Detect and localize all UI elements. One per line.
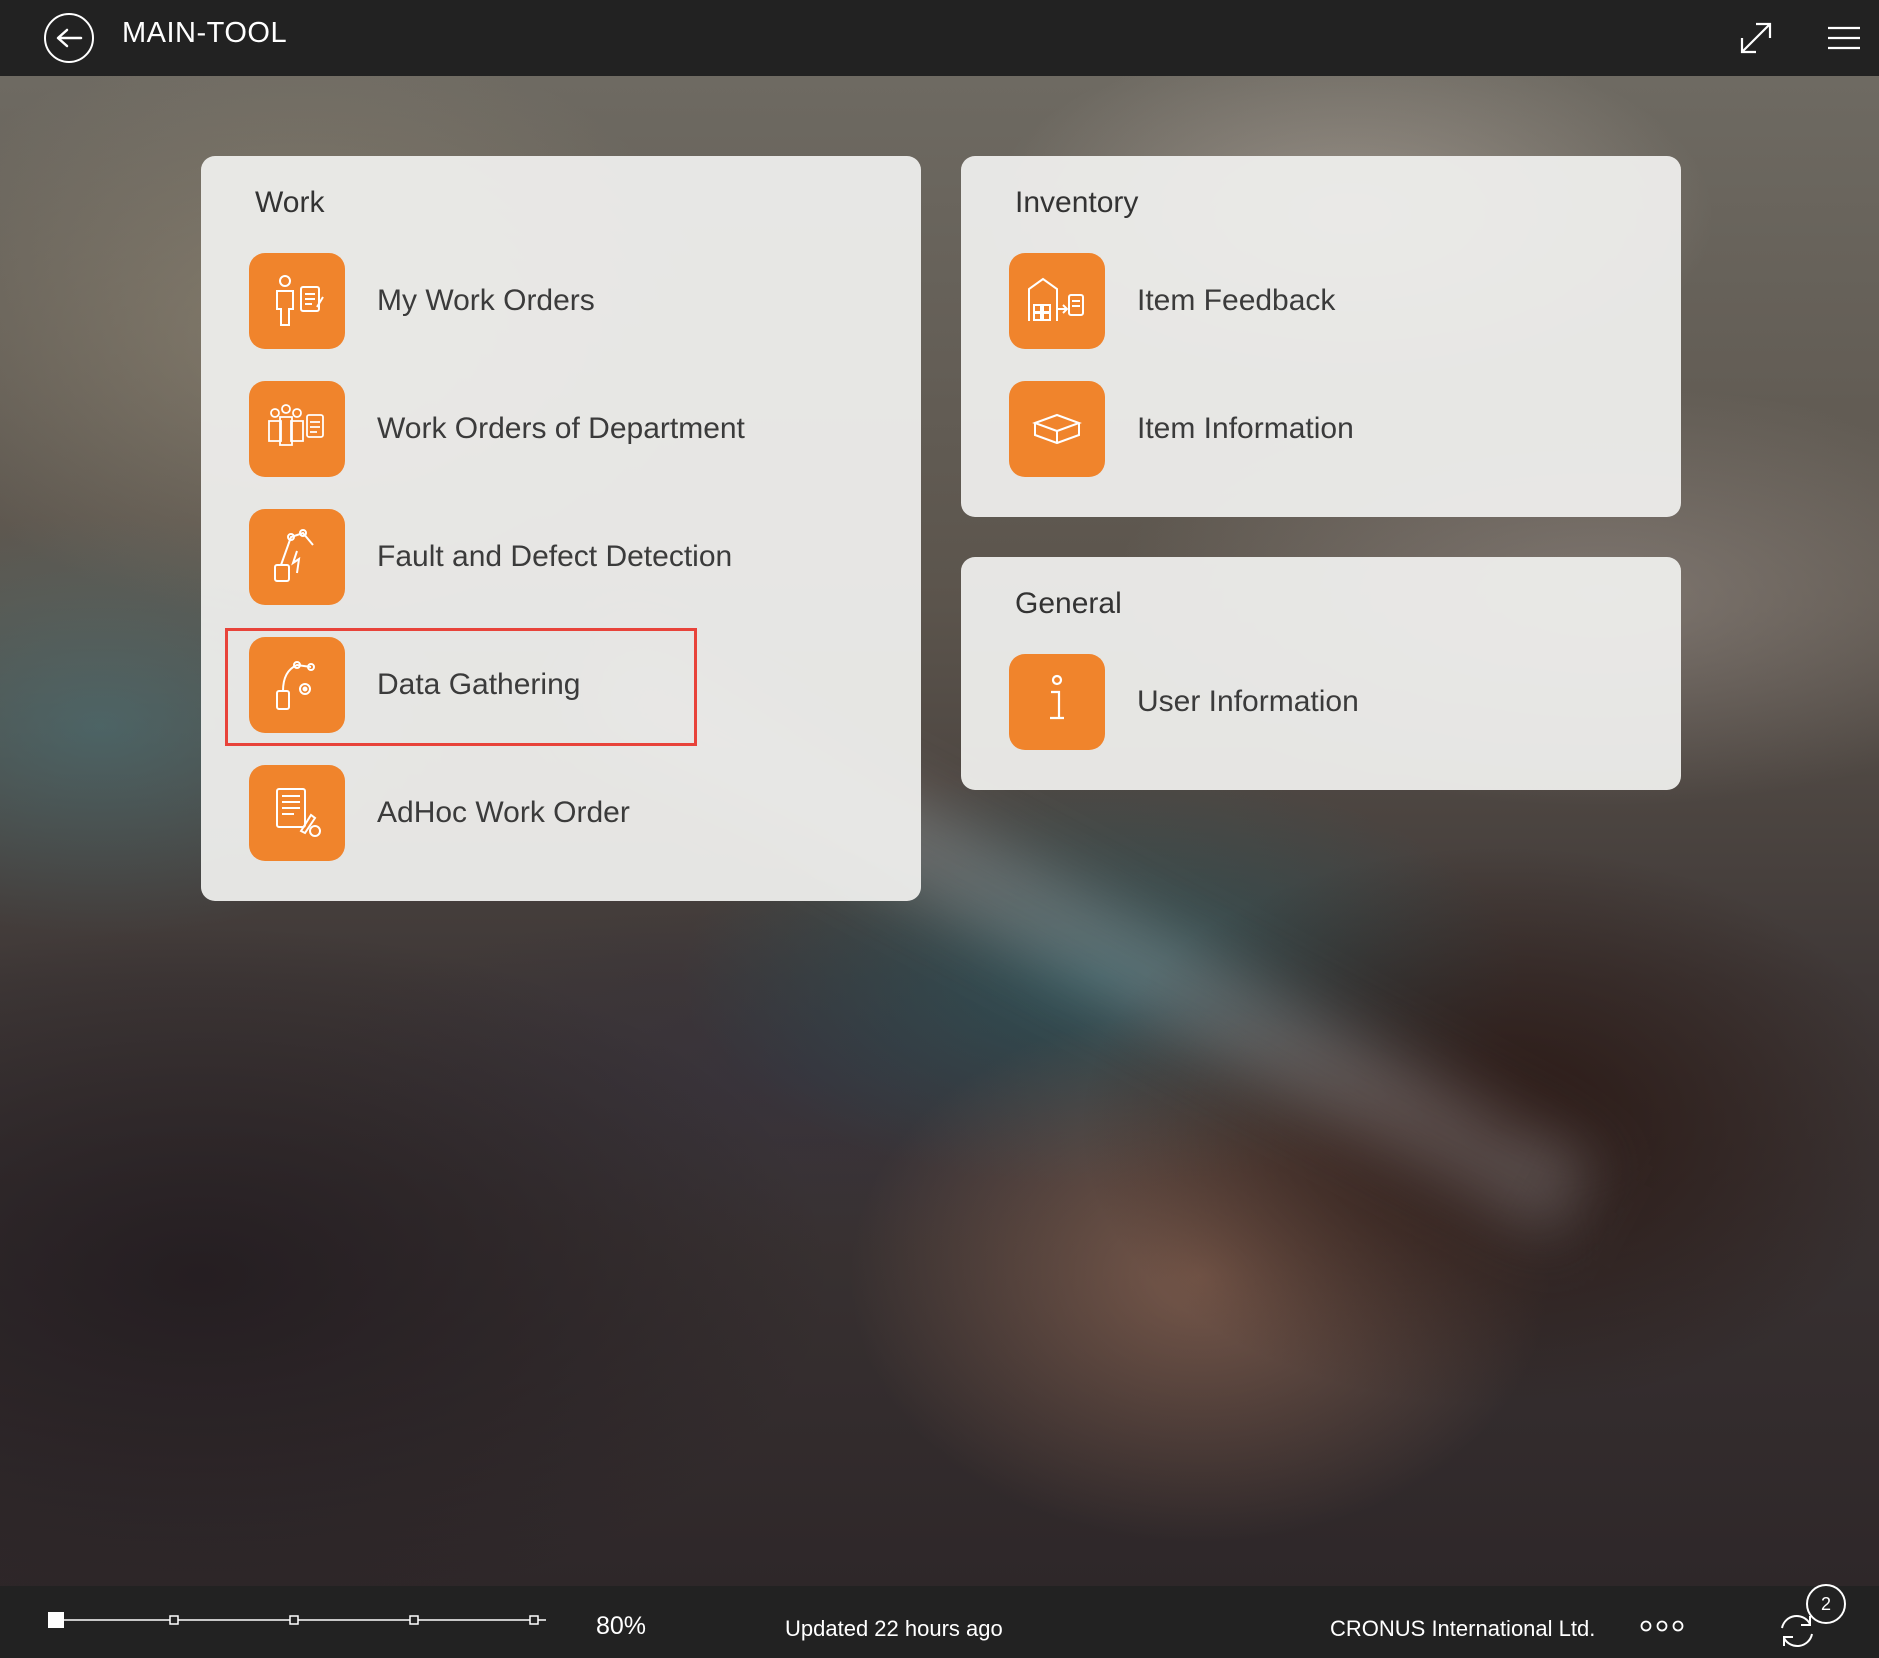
expand-icon [1740, 22, 1772, 54]
tile-label: Item Information [1137, 412, 1354, 445]
tile-item-information[interactable]: Item Information [1009, 381, 1354, 477]
tile-data-gathering[interactable]: Data Gathering [249, 637, 580, 733]
tile-label: My Work Orders [377, 284, 595, 317]
tile-label: AdHoc Work Order [377, 796, 630, 829]
general-card-title: General [1015, 587, 1122, 620]
work-card: Work My Work Orders Work Orders of Depar… [201, 156, 921, 901]
zoom-slider[interactable] [46, 1600, 546, 1640]
more-dots-icon [1640, 1620, 1684, 1632]
tile-label: User Information [1137, 685, 1359, 718]
tile-label: Work Orders of Department [377, 412, 745, 445]
team-document-icon [249, 381, 345, 477]
tile-user-information[interactable]: User Information [1009, 654, 1359, 750]
inventory-card: Inventory Item Feedback Item Information [961, 156, 1681, 517]
document-edit-icon [249, 765, 345, 861]
robot-arm-data-icon [249, 637, 345, 733]
top-bar: MAIN-TOOL [0, 0, 1879, 76]
tile-adhoc-work-order[interactable]: AdHoc Work Order [249, 765, 630, 861]
updated-status: Updated 22 hours ago [785, 1616, 1003, 1641]
menu-button[interactable] [1826, 22, 1862, 54]
company-name[interactable]: CRONUS International Ltd. [1330, 1616, 1595, 1642]
box-icon [1009, 381, 1105, 477]
robot-arm-fault-icon [249, 509, 345, 605]
arrow-left-icon [56, 28, 83, 48]
sync-count-badge: 2 [1806, 1584, 1846, 1624]
general-card: General User Information [961, 557, 1681, 790]
inventory-card-title: Inventory [1015, 186, 1139, 219]
info-icon [1009, 654, 1105, 750]
tile-work-orders-of-department[interactable]: Work Orders of Department [249, 381, 745, 477]
tile-fault-and-defect-detection[interactable]: Fault and Defect Detection [249, 509, 732, 605]
more-button[interactable] [1638, 1618, 1686, 1634]
back-button[interactable] [44, 13, 94, 63]
tile-label: Data Gathering [377, 668, 581, 701]
tile-item-feedback[interactable]: Item Feedback [1009, 253, 1335, 349]
tile-label: Item Feedback [1137, 284, 1336, 317]
warehouse-feedback-icon [1009, 253, 1105, 349]
tile-my-work-orders[interactable]: My Work Orders [249, 253, 595, 349]
zoom-value: 80% [596, 1612, 647, 1640]
bottom-bar: 80% Updated 22 hours ago CRONUS Internat… [0, 1586, 1879, 1658]
expand-button[interactable] [1736, 18, 1776, 58]
app-title: MAIN-TOOL [122, 17, 288, 49]
work-card-title: Work [255, 186, 325, 219]
tile-label: Fault and Defect Detection [377, 540, 733, 573]
worker-document-icon [249, 253, 345, 349]
hamburger-menu-icon [1828, 26, 1860, 50]
zoom-slider-handle [48, 1612, 64, 1628]
